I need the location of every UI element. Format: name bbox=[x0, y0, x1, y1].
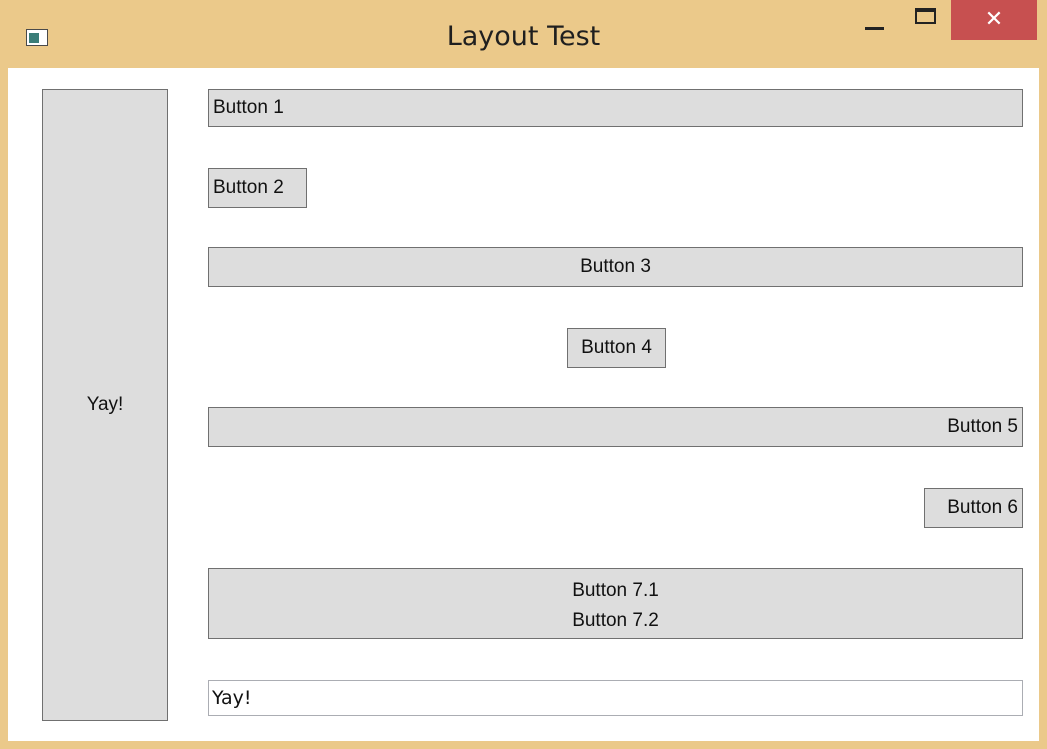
app-window: Layout Test ✕ Yay! Button 1 Button 2 But… bbox=[0, 0, 1047, 749]
minimize-button[interactable] bbox=[852, 0, 898, 40]
title-bar[interactable]: Layout Test ✕ bbox=[0, 0, 1047, 62]
button-3[interactable]: Button 3 bbox=[208, 247, 1023, 287]
button-7-line-1: Button 7.1 bbox=[572, 579, 659, 601]
maximize-button[interactable] bbox=[903, 0, 943, 40]
text-input[interactable] bbox=[208, 680, 1023, 716]
client-area: Yay! Button 1 Button 2 Button 3 Button 4… bbox=[8, 68, 1039, 741]
close-button[interactable]: ✕ bbox=[951, 0, 1037, 40]
left-panel-button-label: Yay! bbox=[86, 394, 124, 415]
button-7-line-2: Button 7.2 bbox=[572, 609, 659, 631]
left-panel-button[interactable]: Yay! bbox=[42, 89, 168, 721]
close-icon: ✕ bbox=[984, 7, 1004, 32]
button-6[interactable]: Button 6 bbox=[924, 488, 1023, 528]
button-7[interactable]: Button 7.1 Button 7.2 bbox=[208, 568, 1023, 639]
minimize-icon bbox=[865, 27, 884, 30]
button-4[interactable]: Button 4 bbox=[567, 328, 666, 368]
maximize-icon bbox=[915, 8, 936, 24]
button-5[interactable]: Button 5 bbox=[208, 407, 1023, 447]
button-2[interactable]: Button 2 bbox=[208, 168, 307, 208]
button-1[interactable]: Button 1 bbox=[208, 89, 1023, 127]
